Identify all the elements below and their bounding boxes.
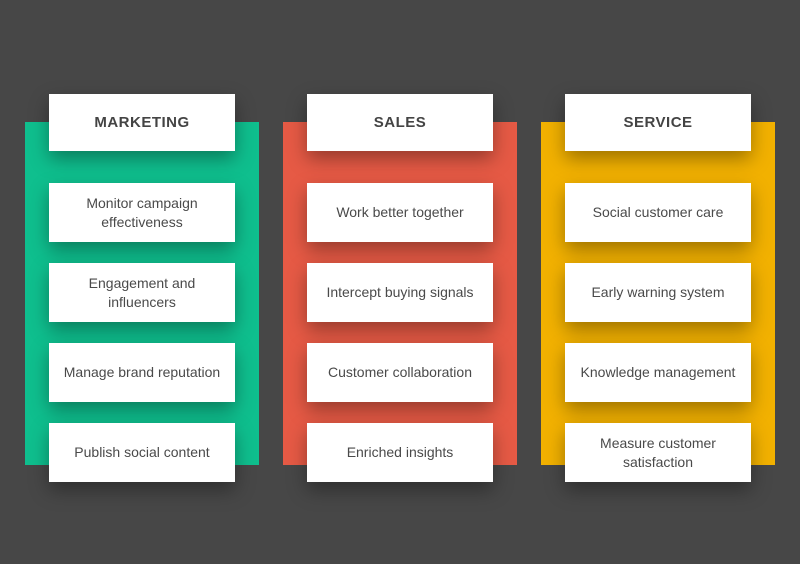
column-marketing: MARKETING Monitor campaign effectiveness…: [25, 0, 275, 564]
item-label: Measure customer satisfaction: [600, 434, 716, 470]
list-item: Knowledge management: [565, 343, 751, 402]
list-item: Engagement and influencers: [49, 263, 235, 322]
item-label: Intercept buying signals: [326, 284, 474, 300]
list-item: Social customer care: [565, 183, 751, 242]
list-item: Early warning system: [565, 263, 751, 322]
item-label: Enriched insights: [346, 444, 454, 460]
item-label: Engagement and influencers: [88, 274, 196, 310]
list-item: Customer collaboration: [307, 343, 493, 402]
column-title: SERVICE: [623, 114, 693, 131]
column-header: MARKETING: [49, 94, 235, 151]
column-title: MARKETING: [94, 114, 190, 131]
column-title: SALES: [373, 114, 427, 131]
item-label: Publish social content: [74, 444, 210, 460]
list-item: Intercept buying signals: [307, 263, 493, 322]
list-item: Manage brand reputation: [49, 343, 235, 402]
item-label: Customer collaboration: [328, 364, 472, 380]
list-item: Monitor campaign effectiveness: [49, 183, 235, 242]
list-item: Measure customer satisfaction: [565, 423, 751, 482]
item-label: Monitor campaign effectiveness: [86, 194, 198, 230]
list-item: Work better together: [307, 183, 493, 242]
item-label: Knowledge management: [580, 364, 736, 380]
item-label: Social customer care: [592, 204, 724, 220]
item-label: Work better together: [336, 204, 464, 220]
list-item: Publish social content: [49, 423, 235, 482]
column-sales: SALES Work better together Intercept buy…: [283, 0, 533, 564]
column-header: SERVICE: [565, 94, 751, 151]
item-label: Early warning system: [591, 284, 725, 300]
column-service: SERVICE Social customer care Early warni…: [541, 0, 791, 564]
column-header: SALES: [307, 94, 493, 151]
list-item: Enriched insights: [307, 423, 493, 482]
item-label: Manage brand reputation: [63, 364, 221, 380]
